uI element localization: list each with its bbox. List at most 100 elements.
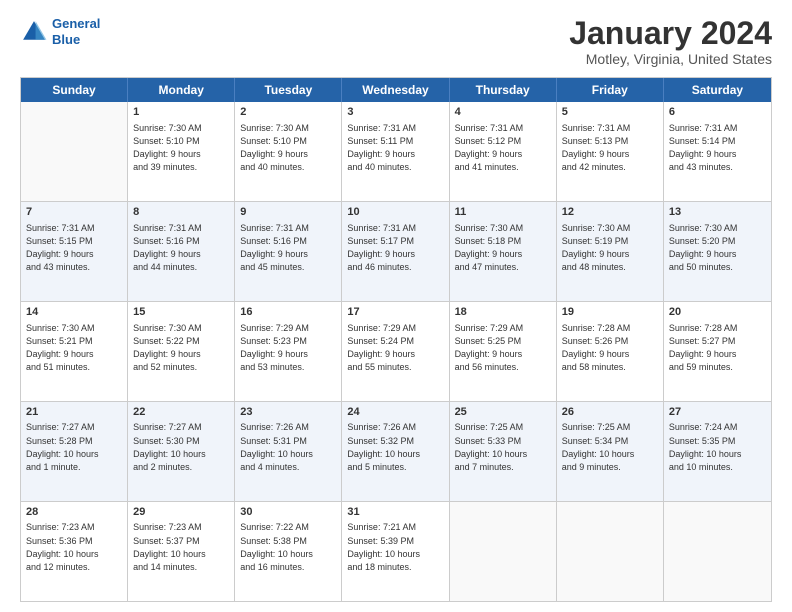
day-cell-17: 17 Sunrise: 7:29 AM Sunset: 5:24 PM Dayli… bbox=[342, 302, 449, 401]
header-day-wednesday: Wednesday bbox=[342, 78, 449, 102]
day-info: Sunrise: 7:30 AM Sunset: 5:19 PM Dayligh… bbox=[562, 222, 658, 274]
day-number: 7 bbox=[26, 205, 122, 220]
day-info: Sunrise: 7:23 AM Sunset: 5:37 PM Dayligh… bbox=[133, 521, 229, 573]
header-day-saturday: Saturday bbox=[664, 78, 771, 102]
day-cell-31: 31Sunrise: 7:21 AM Sunset: 5:39 PM Dayli… bbox=[342, 502, 449, 601]
day-number: 27 bbox=[669, 405, 766, 420]
day-number: 3 bbox=[347, 105, 443, 120]
header-day-tuesday: Tuesday bbox=[235, 78, 342, 102]
day-cell-9: 9Sunrise: 7:31 AM Sunset: 5:16 PM Daylig… bbox=[235, 202, 342, 301]
day-cell-29: 29Sunrise: 7:23 AM Sunset: 5:37 PM Dayli… bbox=[128, 502, 235, 601]
day-number: 1 bbox=[133, 105, 229, 120]
day-cell-24: 24Sunrise: 7:26 AM Sunset: 5:32 PM Dayli… bbox=[342, 402, 449, 501]
day-info: Sunrise: 7:27 AM Sunset: 5:30 PM Dayligh… bbox=[133, 421, 229, 473]
day-info: Sunrise: 7:31 AM Sunset: 5:11 PM Dayligh… bbox=[347, 122, 443, 174]
day-number: 17 bbox=[347, 305, 443, 320]
empty-cell bbox=[557, 502, 664, 601]
day-number: 21 bbox=[26, 405, 122, 420]
day-info: Sunrise: 7:31 AM Sunset: 5:14 PM Dayligh… bbox=[669, 122, 766, 174]
day-number: 16 bbox=[240, 305, 336, 320]
calendar-row-2: 14 Sunrise: 7:30 AM Sunset: 5:21 PM Dayli… bbox=[21, 302, 771, 402]
day-cell-27: 27Sunrise: 7:24 AM Sunset: 5:35 PM Dayli… bbox=[664, 402, 771, 501]
day-number: 20 bbox=[669, 305, 766, 320]
day-info: Sunrise: 7:25 AM Sunset: 5:33 PM Dayligh… bbox=[455, 421, 551, 473]
calendar-row-4: 28Sunrise: 7:23 AM Sunset: 5:36 PM Dayli… bbox=[21, 502, 771, 601]
logo-icon bbox=[20, 18, 48, 46]
header-day-monday: Monday bbox=[128, 78, 235, 102]
day-number: 2 bbox=[240, 105, 336, 120]
day-info: Sunrise: 7:27 AM Sunset: 5:28 PM Dayligh… bbox=[26, 421, 122, 473]
logo-line1: General bbox=[52, 16, 100, 31]
day-number: 31 bbox=[347, 505, 443, 520]
day-info: Sunrise: 7:23 AM Sunset: 5:36 PM Dayligh… bbox=[26, 521, 122, 573]
day-cell-2: 2 Sunrise: 7:30 AM Sunset: 5:10 PM Daylig… bbox=[235, 102, 342, 201]
day-info: Sunrise: 7:31 AM Sunset: 5:17 PM Dayligh… bbox=[347, 222, 443, 274]
day-number: 26 bbox=[562, 405, 658, 420]
day-info: Sunrise: 7:24 AM Sunset: 5:35 PM Dayligh… bbox=[669, 421, 766, 473]
day-info: Sunrise: 7:30 AM Sunset: 5:20 PM Dayligh… bbox=[669, 222, 766, 274]
day-info: Sunrise: 7:29 AM Sunset: 5:24 PM Dayligh… bbox=[347, 322, 443, 374]
main-title: January 2024 bbox=[569, 16, 772, 51]
day-cell-16: 16Sunrise: 7:29 AM Sunset: 5:23 PM Dayli… bbox=[235, 302, 342, 401]
day-cell-10: 10 Sunrise: 7:31 AM Sunset: 5:17 PM Dayli… bbox=[342, 202, 449, 301]
day-cell-21: 21Sunrise: 7:27 AM Sunset: 5:28 PM Dayli… bbox=[21, 402, 128, 501]
day-number: 30 bbox=[240, 505, 336, 520]
calendar-row-0: 1 Sunrise: 7:30 AM Sunset: 5:10 PM Daylig… bbox=[21, 102, 771, 202]
page: General Blue January 2024 Motley, Virgin… bbox=[0, 0, 792, 612]
day-cell-23: 23Sunrise: 7:26 AM Sunset: 5:31 PM Dayli… bbox=[235, 402, 342, 501]
day-number: 13 bbox=[669, 205, 766, 220]
day-cell-12: 12 Sunrise: 7:30 AM Sunset: 5:19 PM Dayli… bbox=[557, 202, 664, 301]
day-number: 22 bbox=[133, 405, 229, 420]
day-info: Sunrise: 7:22 AM Sunset: 5:38 PM Dayligh… bbox=[240, 521, 336, 573]
day-info: Sunrise: 7:31 AM Sunset: 5:12 PM Dayligh… bbox=[455, 122, 551, 174]
day-info: Sunrise: 7:31 AM Sunset: 5:16 PM Dayligh… bbox=[240, 222, 336, 274]
day-info: Sunrise: 7:30 AM Sunset: 5:21 PM Dayligh… bbox=[26, 322, 122, 374]
day-number: 19 bbox=[562, 305, 658, 320]
calendar-body: 1 Sunrise: 7:30 AM Sunset: 5:10 PM Daylig… bbox=[21, 102, 771, 601]
day-info: Sunrise: 7:30 AM Sunset: 5:10 PM Dayligh… bbox=[133, 122, 229, 174]
empty-cell bbox=[21, 102, 128, 201]
calendar: SundayMondayTuesdayWednesdayThursdayFrid… bbox=[20, 77, 772, 602]
day-number: 8 bbox=[133, 205, 229, 220]
day-number: 10 bbox=[347, 205, 443, 220]
day-cell-13: 13 Sunrise: 7:30 AM Sunset: 5:20 PM Dayli… bbox=[664, 202, 771, 301]
day-cell-3: 3 Sunrise: 7:31 AM Sunset: 5:11 PM Daylig… bbox=[342, 102, 449, 201]
calendar-row-3: 21Sunrise: 7:27 AM Sunset: 5:28 PM Dayli… bbox=[21, 402, 771, 502]
day-info: Sunrise: 7:30 AM Sunset: 5:10 PM Dayligh… bbox=[240, 122, 336, 174]
day-cell-25: 25Sunrise: 7:25 AM Sunset: 5:33 PM Dayli… bbox=[450, 402, 557, 501]
day-cell-7: 7 Sunrise: 7:31 AM Sunset: 5:15 PM Daylig… bbox=[21, 202, 128, 301]
day-cell-26: 26Sunrise: 7:25 AM Sunset: 5:34 PM Dayli… bbox=[557, 402, 664, 501]
logo: General Blue bbox=[20, 16, 100, 47]
day-info: Sunrise: 7:28 AM Sunset: 5:26 PM Dayligh… bbox=[562, 322, 658, 374]
day-cell-28: 28Sunrise: 7:23 AM Sunset: 5:36 PM Dayli… bbox=[21, 502, 128, 601]
day-info: Sunrise: 7:31 AM Sunset: 5:13 PM Dayligh… bbox=[562, 122, 658, 174]
day-cell-30: 30Sunrise: 7:22 AM Sunset: 5:38 PM Dayli… bbox=[235, 502, 342, 601]
day-cell-20: 20 Sunrise: 7:28 AM Sunset: 5:27 PM Dayli… bbox=[664, 302, 771, 401]
day-info: Sunrise: 7:30 AM Sunset: 5:22 PM Dayligh… bbox=[133, 322, 229, 374]
title-block: January 2024 Motley, Virginia, United St… bbox=[569, 16, 772, 67]
header-day-thursday: Thursday bbox=[450, 78, 557, 102]
day-cell-14: 14 Sunrise: 7:30 AM Sunset: 5:21 PM Dayli… bbox=[21, 302, 128, 401]
day-number: 24 bbox=[347, 405, 443, 420]
day-number: 12 bbox=[562, 205, 658, 220]
day-info: Sunrise: 7:21 AM Sunset: 5:39 PM Dayligh… bbox=[347, 521, 443, 573]
day-number: 14 bbox=[26, 305, 122, 320]
day-info: Sunrise: 7:26 AM Sunset: 5:31 PM Dayligh… bbox=[240, 421, 336, 473]
day-cell-19: 19 Sunrise: 7:28 AM Sunset: 5:26 PM Dayli… bbox=[557, 302, 664, 401]
day-number: 28 bbox=[26, 505, 122, 520]
day-cell-1: 1 Sunrise: 7:30 AM Sunset: 5:10 PM Daylig… bbox=[128, 102, 235, 201]
day-info: Sunrise: 7:25 AM Sunset: 5:34 PM Dayligh… bbox=[562, 421, 658, 473]
logo-text: General Blue bbox=[52, 16, 100, 47]
calendar-row-1: 7 Sunrise: 7:31 AM Sunset: 5:15 PM Daylig… bbox=[21, 202, 771, 302]
day-number: 18 bbox=[455, 305, 551, 320]
logo-line2: Blue bbox=[52, 32, 100, 48]
day-info: Sunrise: 7:28 AM Sunset: 5:27 PM Dayligh… bbox=[669, 322, 766, 374]
empty-cell bbox=[450, 502, 557, 601]
day-cell-15: 15Sunrise: 7:30 AM Sunset: 5:22 PM Dayli… bbox=[128, 302, 235, 401]
day-number: 6 bbox=[669, 105, 766, 120]
day-info: Sunrise: 7:31 AM Sunset: 5:16 PM Dayligh… bbox=[133, 222, 229, 274]
day-info: Sunrise: 7:31 AM Sunset: 5:15 PM Dayligh… bbox=[26, 222, 122, 274]
header-day-sunday: Sunday bbox=[21, 78, 128, 102]
day-cell-8: 8 Sunrise: 7:31 AM Sunset: 5:16 PM Daylig… bbox=[128, 202, 235, 301]
day-info: Sunrise: 7:26 AM Sunset: 5:32 PM Dayligh… bbox=[347, 421, 443, 473]
